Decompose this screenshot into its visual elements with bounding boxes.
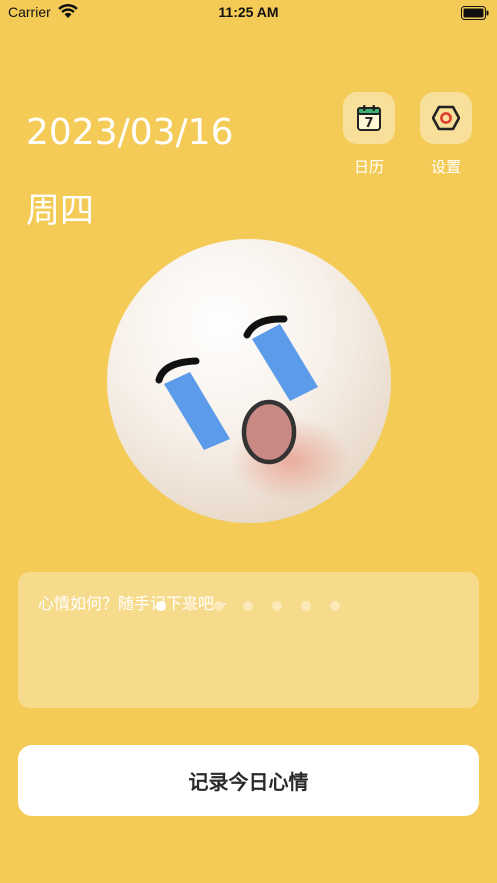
page-dot[interactable] [301, 601, 311, 611]
page-dot[interactable] [156, 601, 166, 611]
calendar-icon-number: 7 [364, 116, 373, 131]
calendar-button[interactable]: 7 [343, 92, 395, 144]
calendar-label: 日历 [353, 158, 384, 176]
date-title: 2023/03/16 [26, 112, 234, 153]
record-mood-button[interactable]: 记录今日心情 [18, 745, 479, 816]
mood-face [106, 238, 392, 524]
calendar-icon: 7 [357, 105, 381, 131]
page-dot[interactable] [330, 601, 340, 611]
battery-icon [461, 5, 489, 24]
weekday-title: 周四 [26, 191, 94, 231]
settings-gear-icon [432, 105, 460, 131]
page-dot[interactable] [185, 601, 195, 611]
page-dot[interactable] [243, 601, 253, 611]
page-indicator [156, 601, 340, 611]
settings-button[interactable] [420, 92, 472, 144]
clock: 11:25 AM [218, 4, 279, 20]
status-bar: Carrier 11:25 AM [0, 0, 497, 26]
mood-note-input[interactable]: 心情如何？随手记下来吧~ [18, 572, 479, 708]
open-mouth [241, 399, 297, 465]
page-dot[interactable] [272, 601, 282, 611]
settings-label: 设置 [430, 158, 461, 176]
page-dot[interactable] [214, 601, 224, 611]
